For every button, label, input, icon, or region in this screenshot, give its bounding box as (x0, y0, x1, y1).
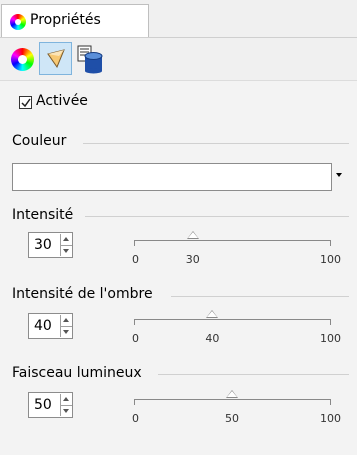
slider-tick (134, 399, 135, 405)
slider-min-label: 0 (132, 253, 139, 266)
spinner-up-icon[interactable] (63, 397, 69, 401)
slider-tick (330, 399, 331, 405)
spinner-up-icon[interactable] (63, 318, 69, 322)
slider-thumb[interactable] (186, 231, 199, 239)
intensity-value: 30 (34, 237, 52, 253)
database-icon (77, 45, 103, 74)
chevron-down-icon[interactable] (336, 173, 342, 177)
environment-button[interactable] (73, 42, 106, 75)
slider-max-label: 100 (320, 253, 341, 266)
color-wheel-icon (10, 14, 26, 30)
spotlight-button[interactable] (39, 42, 72, 75)
intensity-group-divider (85, 216, 349, 217)
intensity-group-label: Intensité (12, 207, 74, 223)
slider-thumb[interactable] (206, 310, 219, 318)
shadow-group-divider (171, 296, 349, 297)
spinner-down-icon[interactable] (63, 330, 69, 334)
slider-thumb[interactable] (226, 390, 238, 398)
slider-track (134, 399, 330, 400)
enabled-label: Activée (36, 93, 88, 109)
spinner-divider (60, 245, 72, 246)
slider-max-label: 100 (320, 332, 341, 345)
beam-group-divider (158, 374, 349, 375)
spinner-down-icon[interactable] (63, 409, 69, 413)
slider-min-label: 0 (132, 332, 139, 345)
tab-properties[interactable]: Propriétés (1, 4, 149, 37)
slider-tick (134, 319, 135, 325)
spinner-divider (60, 326, 72, 327)
enabled-checkbox[interactable] (19, 96, 32, 109)
checkmark-icon (21, 98, 31, 108)
intensity-spinner[interactable]: 30 (28, 232, 73, 258)
shadow-spinner[interactable]: 40 (28, 313, 73, 339)
slider-track (134, 319, 330, 320)
spinner-up-icon[interactable] (63, 237, 69, 241)
slider-value-label: 50 (225, 412, 239, 425)
spinner-down-icon[interactable] (63, 249, 69, 253)
spinner-divider (60, 405, 72, 406)
slider-tick (134, 240, 135, 246)
beam-slider[interactable]: 0 50 100 (132, 390, 341, 425)
color-swatch-field[interactable] (12, 163, 332, 191)
material-color-button[interactable] (5, 42, 38, 75)
beam-value: 50 (34, 397, 52, 413)
slider-track (134, 240, 330, 241)
color-wheel-icon (11, 48, 34, 71)
shadow-slider[interactable]: 0 40 100 (132, 310, 341, 345)
shadow-group-label: Intensité de l'ombre (12, 286, 153, 302)
slider-value-label: 40 (205, 332, 220, 345)
intensity-slider[interactable]: 0 30 100 (132, 231, 341, 266)
tab-label: Propriétés (30, 12, 101, 28)
slider-min-label: 0 (132, 412, 139, 425)
slider-tick (330, 240, 331, 246)
beam-spinner[interactable]: 50 (28, 392, 73, 418)
beam-group-label: Faisceau lumineux (12, 365, 142, 381)
spotlight-icon (47, 49, 65, 69)
color-group-divider (83, 143, 349, 144)
shadow-value: 40 (34, 318, 52, 334)
slider-value-label: 30 (185, 253, 200, 266)
color-group-label: Couleur (12, 133, 67, 149)
slider-tick (330, 319, 331, 325)
slider-max-label: 100 (320, 412, 341, 425)
